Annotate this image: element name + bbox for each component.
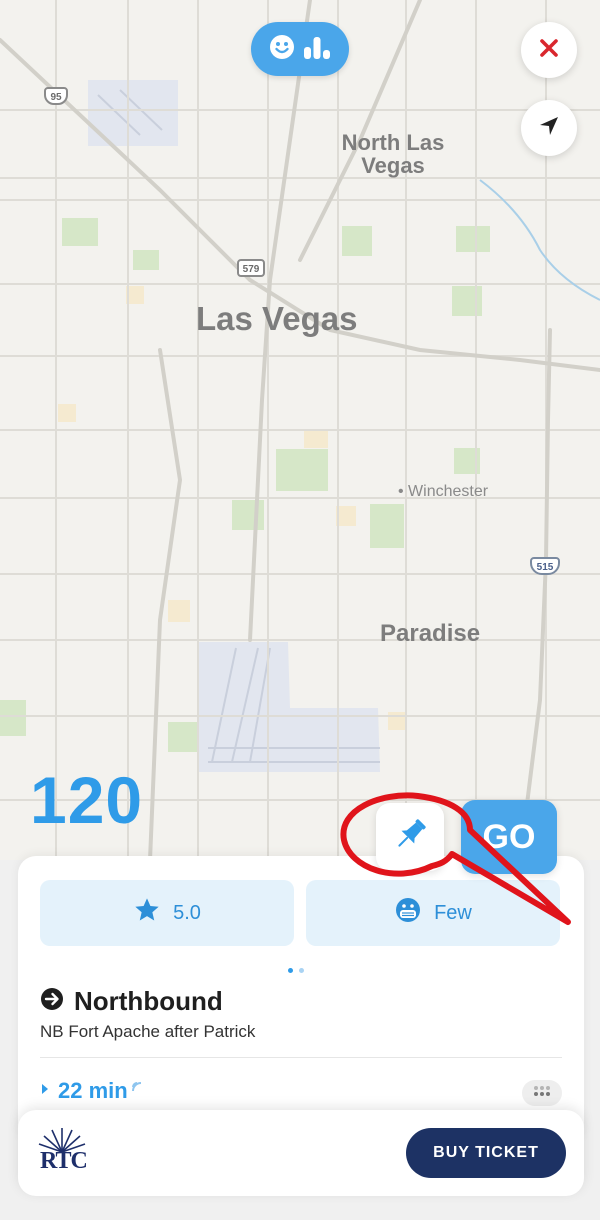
eta-text: 22 min [58, 1078, 128, 1103]
logo-text: RTC [40, 1148, 88, 1174]
us-95-shield: 95 [44, 87, 68, 105]
crowding-label: Few [434, 901, 472, 924]
bar-chart-icon [302, 33, 332, 66]
footer-bar: RTC BUY TICKET [18, 1110, 584, 1196]
page-indicator[interactable] [288, 968, 304, 973]
route-number: 120 [30, 763, 144, 837]
direction-title: Northbound [74, 986, 223, 1016]
eta-row[interactable]: 22 min [40, 1078, 146, 1104]
interstate-515-shield: 515 [530, 557, 560, 575]
rating-chip[interactable]: 5.0 [40, 880, 294, 946]
navigation-arrow-icon [538, 115, 560, 142]
divider [40, 1057, 562, 1058]
crowding-chip[interactable]: Few [306, 880, 560, 946]
grid-dots-icon [532, 1084, 552, 1102]
map-label-north-las-vegas: North Las Vegas [341, 130, 445, 179]
map-label-paradise: Paradise [380, 620, 481, 647]
page-dot-active [288, 968, 293, 973]
rtc-logo: RTC [36, 1124, 88, 1180]
close-button[interactable] [521, 22, 577, 78]
pushpin-icon [389, 814, 431, 861]
map-label-winchester: • Winchester [398, 483, 489, 500]
direction-row: Northbound [40, 986, 223, 1017]
map-label-winchester-text: Winchester [408, 483, 489, 500]
play-arrow-icon [40, 1082, 50, 1101]
rating-value: 5.0 [173, 901, 201, 924]
buy-ticket-button[interactable]: BUY TICKET [406, 1128, 566, 1178]
face-mask-icon [394, 896, 422, 930]
highway-579-shield: 579 [237, 259, 265, 277]
go-button[interactable]: GO [461, 800, 557, 874]
realtime-signal-icon [131, 1082, 146, 1100]
page-dot [299, 968, 304, 973]
stop-name: NB Fort Apache after Patrick [40, 1022, 256, 1041]
route-info-card: 5.0 Few Northbound NB Fort Apache after … [18, 856, 584, 1146]
more-options-button[interactable] [522, 1080, 562, 1106]
star-icon [133, 896, 161, 930]
close-icon [538, 37, 560, 64]
smiley-icon [268, 33, 296, 66]
locate-me-button[interactable] [521, 100, 577, 156]
arrow-right-circle-icon [40, 987, 64, 1016]
pin-route-button[interactable] [376, 803, 444, 871]
map-label-las-vegas: Las Vegas [196, 300, 358, 337]
feedback-stats-button[interactable] [251, 22, 349, 76]
